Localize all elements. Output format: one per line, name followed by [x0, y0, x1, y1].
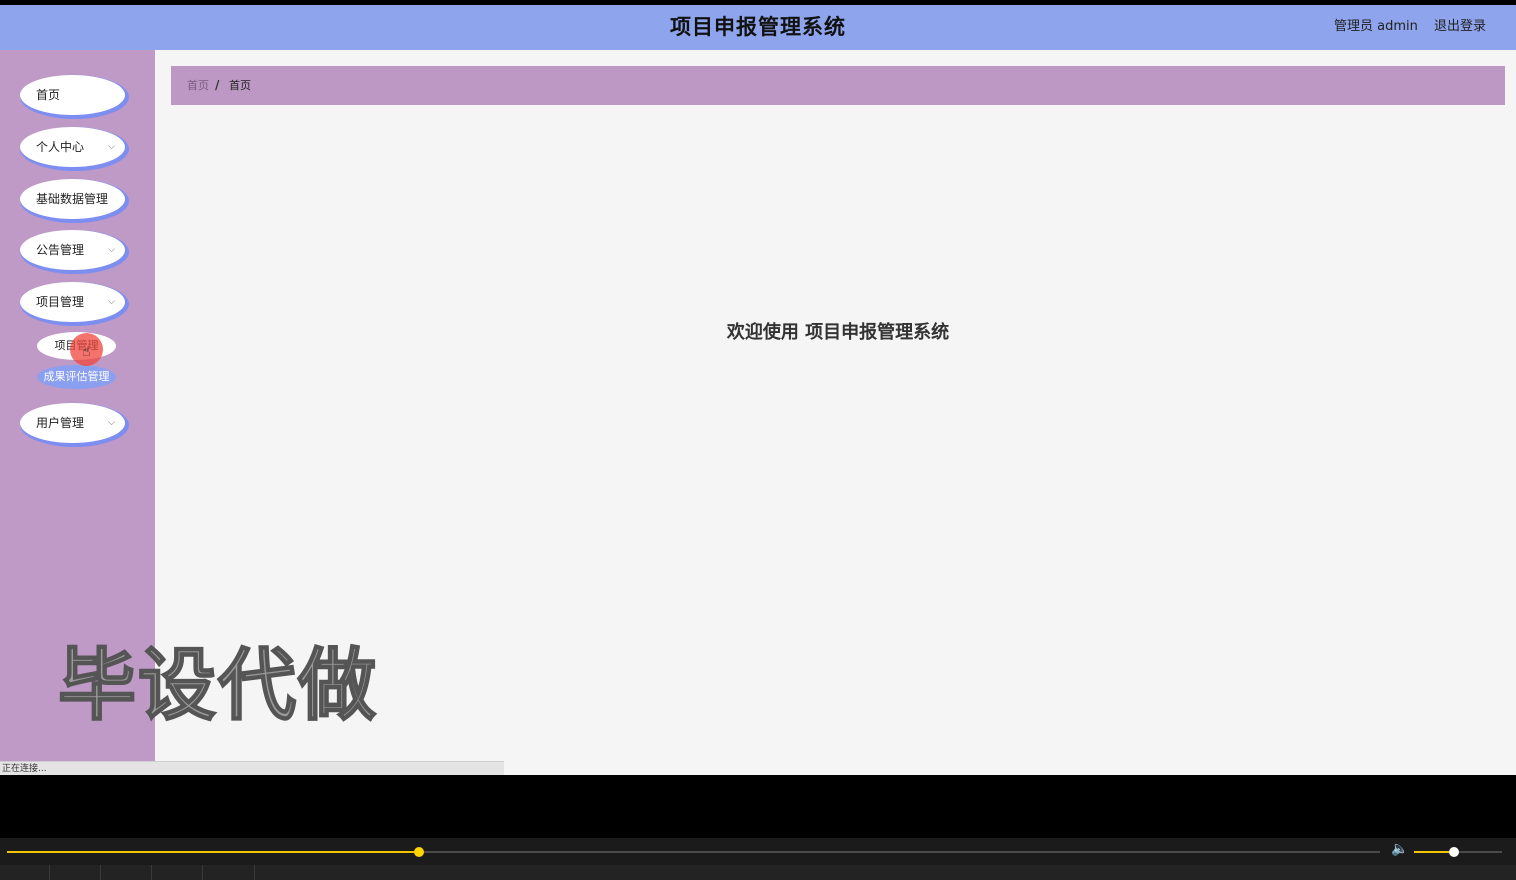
- breadcrumb-separator: /: [215, 78, 220, 92]
- breadcrumb-item-home[interactable]: 首页: [187, 66, 209, 105]
- chevron-down-icon: ⌵: [108, 418, 115, 428]
- player-button[interactable]: [0, 865, 50, 880]
- chevron-down-icon: ⌵: [108, 245, 115, 255]
- player-button[interactable]: [50, 865, 101, 880]
- submenu-item-label: 成果评估管理: [43, 370, 110, 383]
- submenu-item-project-management[interactable]: 项目管理: [37, 332, 116, 360]
- chevron-down-icon: ⌵: [108, 142, 115, 152]
- sidebar-item-label: 项目管理: [36, 295, 85, 309]
- sidebar-item-users[interactable]: 用户管理 ⌵: [20, 403, 125, 443]
- app-title: 项目申报管理系统: [670, 15, 846, 39]
- player-bottom-bar: [0, 865, 1516, 880]
- sidebar-item-projects[interactable]: 项目管理 ⌵: [20, 282, 125, 322]
- logout-link[interactable]: 退出登录: [1434, 5, 1486, 48]
- volume-slider[interactable]: [1414, 847, 1502, 857]
- sidebar-item-label: 基础数据管理: [36, 192, 109, 206]
- breadcrumb: 首页 / 首页: [171, 66, 1505, 105]
- volume-level: [1414, 851, 1454, 853]
- sidebar-item-label: 个人中心: [36, 140, 85, 154]
- welcome-message: 欢迎使用 项目申报管理系统: [726, 322, 950, 343]
- sidebar-item-label: 用户管理: [36, 416, 85, 430]
- app-window: 项目申报管理系统 管理员 admin 退出登录 首页 个人中心 ⌵ 基础数据管理…: [0, 5, 1516, 775]
- player-button[interactable]: [203, 865, 255, 880]
- sidebar-item-base-data[interactable]: 基础数据管理: [20, 179, 125, 219]
- player-button[interactable]: [152, 865, 203, 880]
- browser-status-bar: 正在连接...: [0, 761, 504, 775]
- breadcrumb-item-current: 首页: [229, 79, 251, 92]
- chevron-down-icon: ⌵: [108, 297, 115, 307]
- submenu-item-label: 项目管理: [54, 339, 99, 352]
- video-player-controls: 🔈: [0, 838, 1516, 880]
- sidebar-item-personal-center[interactable]: 个人中心 ⌵: [20, 127, 125, 167]
- seek-handle[interactable]: [413, 847, 424, 857]
- submenu-item-outcome-evaluation[interactable]: 成果评估管理: [37, 365, 116, 389]
- volume-handle[interactable]: [1448, 847, 1459, 857]
- sidebar-item-home[interactable]: 首页: [20, 75, 125, 115]
- top-header: 项目申报管理系统 管理员 admin 退出登录: [0, 5, 1516, 50]
- player-button[interactable]: [101, 865, 152, 880]
- sidebar-item-label: 公告管理: [36, 243, 85, 257]
- sidebar-item-announcements[interactable]: 公告管理 ⌵: [20, 230, 125, 270]
- volume-icon[interactable]: 🔈: [1391, 841, 1408, 857]
- current-user-label: 管理员 admin: [1334, 19, 1418, 34]
- sidebar-item-label: 首页: [36, 88, 61, 102]
- seek-bar[interactable]: [7, 847, 1380, 857]
- seek-progress: [7, 851, 419, 853]
- status-text: 正在连接...: [2, 764, 47, 774]
- watermark-text: 毕设代做: [57, 640, 379, 732]
- hand-cursor-icon: ☝: [82, 344, 91, 360]
